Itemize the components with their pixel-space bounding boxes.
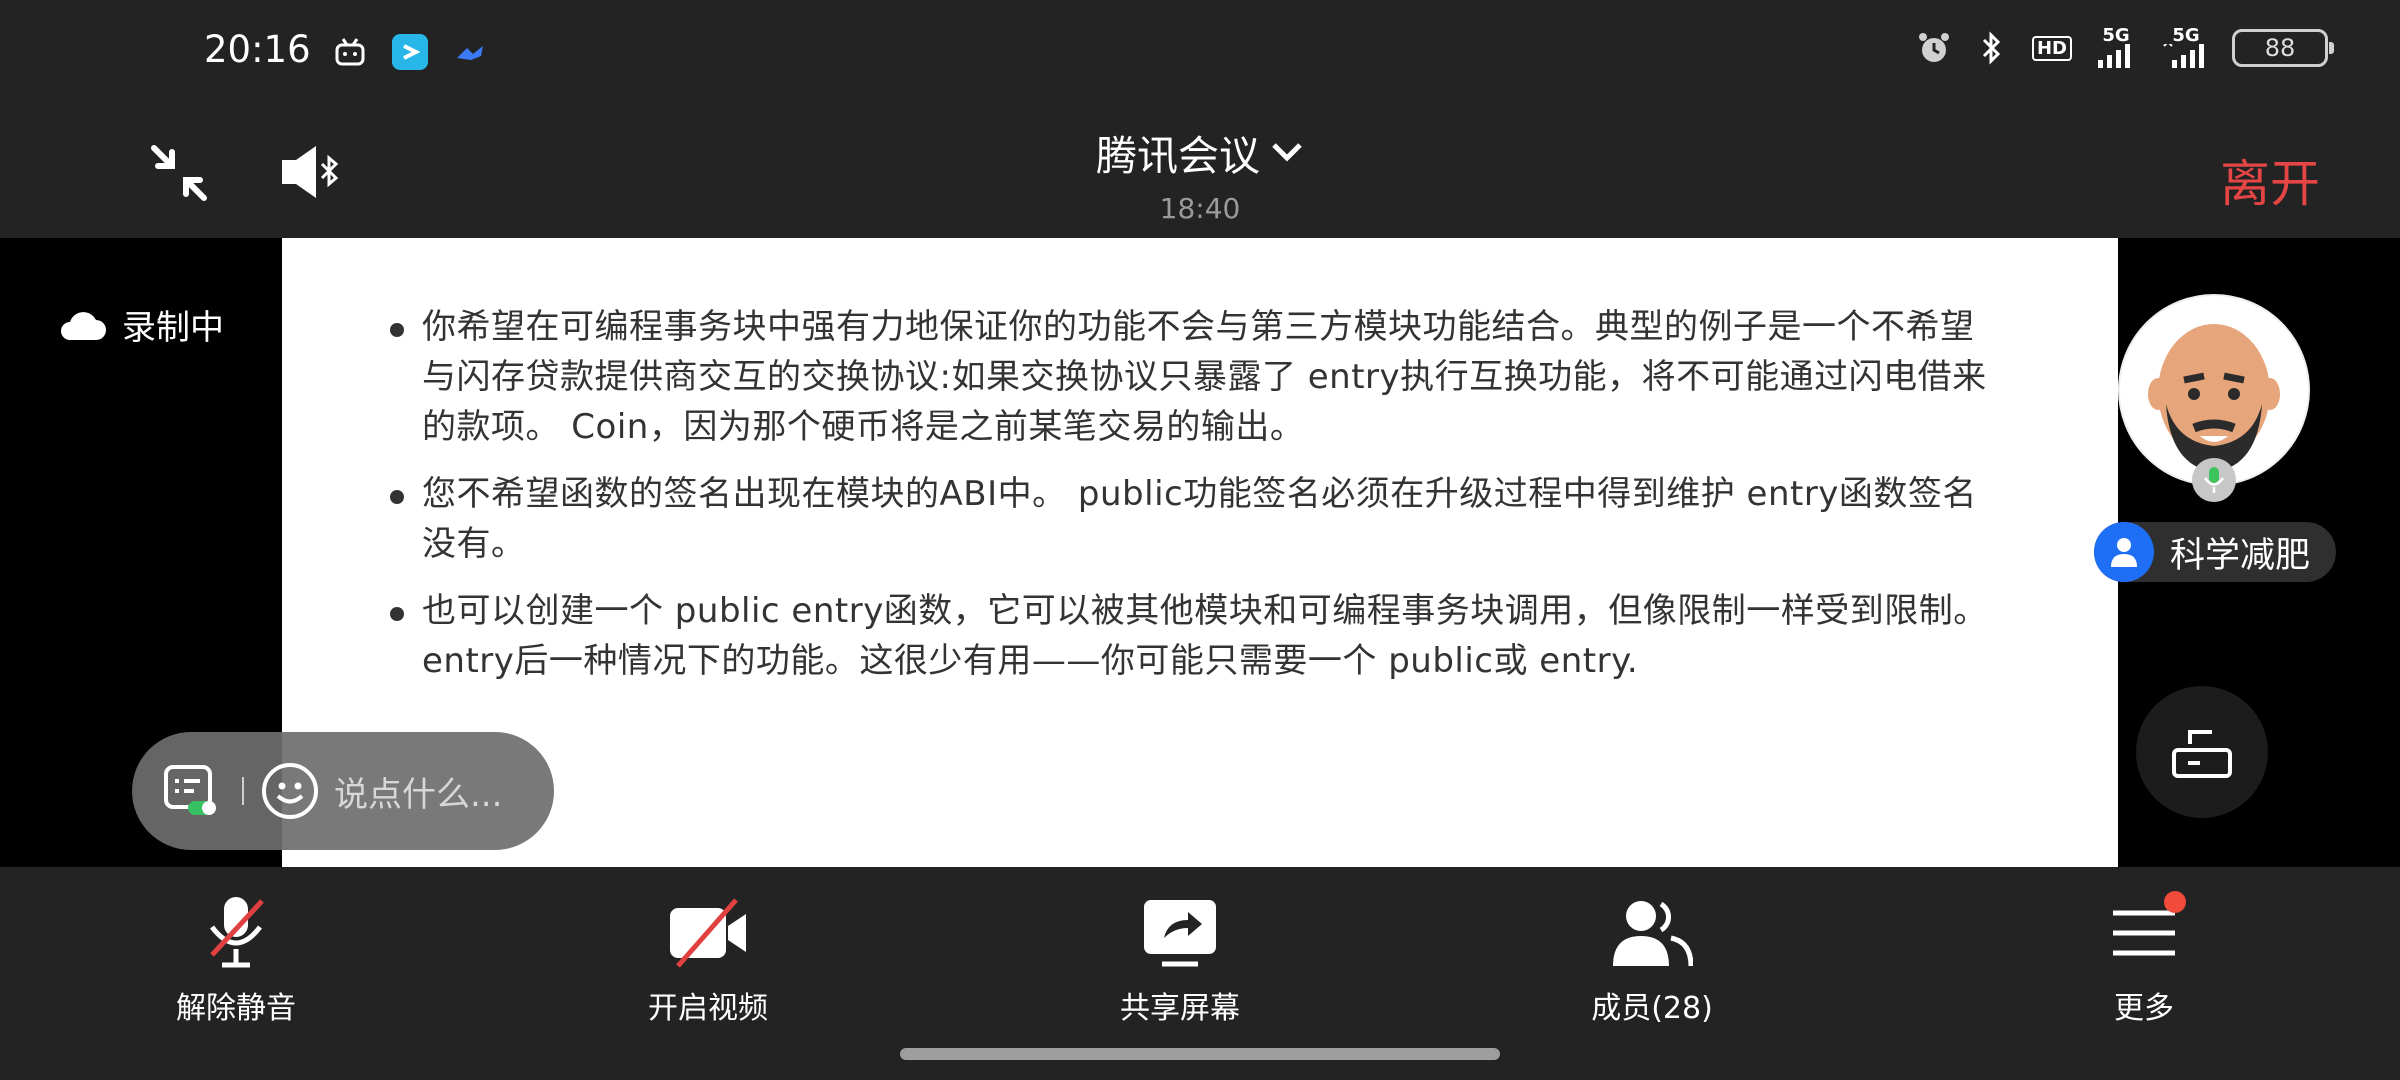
speaker-bluetooth-icon (282, 146, 339, 198)
leave-button[interactable]: 离开 (2220, 144, 2320, 216)
share-screen-icon (1144, 900, 1216, 967)
meeting-duration: 18:40 (1159, 192, 1241, 225)
bald-man-avatar-icon (2120, 296, 2308, 484)
recording-label: 录制中 (122, 308, 224, 348)
feishu-icon (450, 32, 490, 72)
participant-name-tag[interactable]: 科学减肥 (2094, 522, 2337, 582)
chat-input-bar[interactable]: 说点什么... (132, 732, 554, 850)
minimize-window-button[interactable] (148, 142, 210, 204)
notification-dot (2164, 891, 2186, 913)
slide-bullet-list: 你希望在可编程事务块中强有力地保证你的功能不会与第三方模块功能结合。典型的例子是… (388, 302, 1988, 703)
more-button[interactable]: 更多 (2024, 891, 2264, 1027)
participant-avatar-wrap[interactable] (2118, 294, 2310, 502)
alarm-icon (1914, 28, 1954, 68)
user-icon (2094, 522, 2154, 582)
danmaku-toggle[interactable] (160, 759, 220, 823)
rotation-lock-icon (2172, 730, 2232, 778)
signal-2-icon: 5G (2158, 27, 2214, 68)
start-video-label: 开启视频 (648, 991, 768, 1026)
shared-screen: 你希望在可编程事务块中强有力地保证你的功能不会与第三方模块功能结合。典型的例子是… (282, 238, 2118, 867)
slide-bullet: 你希望在可编程事务块中强有力地保证你的功能不会与第三方模块功能结合。典型的例子是… (388, 302, 1988, 452)
meeting-title[interactable]: 腾讯会议 (1096, 122, 1260, 182)
screen-rotation-lock-button[interactable] (2136, 686, 2268, 818)
meeting-stage: 录制中 你希望在可编程事务块中强有力地保证你的功能不会与第三方模块功能结合。典型… (0, 238, 2400, 867)
top-bar: 20:16 HD 5G 5G 88 腾讯会议 18:40 离开 (0, 0, 2400, 238)
microphone-icon (2203, 467, 2225, 493)
members-button[interactable]: 成员(28) (1532, 893, 1772, 1027)
status-app-icons (330, 32, 490, 72)
unmute-label: 解除静音 (176, 991, 296, 1026)
meeting-info[interactable]: 腾讯会议 18:40 (1000, 122, 1400, 225)
emoji-icon[interactable] (260, 761, 320, 821)
slide-bullet: 也可以创建一个 public entry函数，它可以被其他模块和可编程事务块调用… (388, 586, 1988, 686)
danmaku-icon (164, 765, 216, 815)
divider (242, 777, 244, 805)
start-video-button[interactable]: 开启视频 (588, 893, 828, 1027)
unmute-button[interactable]: 解除静音 (116, 893, 356, 1027)
battery-indicator: 88 (2232, 29, 2334, 67)
menu-icon (2113, 910, 2175, 956)
members-label: 成员(28) (1591, 991, 1713, 1026)
more-label: 更多 (2114, 991, 2174, 1026)
chat-placeholder[interactable]: 说点什么... (334, 767, 502, 816)
app-s-icon (390, 32, 430, 72)
status-time: 20:16 (204, 28, 311, 71)
members-icon (1613, 901, 1693, 967)
chevron-down-icon (1272, 143, 1302, 162)
cloud-icon (61, 311, 106, 340)
participant-name: 科学减肥 (2170, 535, 2311, 576)
signal-1-icon: 5G (2092, 27, 2140, 68)
status-right-icons: HD 5G 5G 88 (1914, 27, 2334, 68)
mic-on-badge (2192, 458, 2236, 502)
camera-off-icon (670, 898, 746, 968)
bluetooth-speaker-button[interactable] (278, 142, 344, 202)
bilibili-icon (330, 32, 370, 72)
microphone-muted-icon (210, 897, 264, 968)
slide-bullet: 您不希望函数的签名出现在模块的ABI中。 public功能签名必须在升级过程中得… (388, 469, 1988, 569)
bluetooth-icon (1972, 28, 2012, 68)
hd-icon: HD (2030, 28, 2074, 68)
share-screen-label: 共享屏幕 (1120, 991, 1240, 1026)
share-screen-button[interactable]: 共享屏幕 (1060, 893, 1300, 1027)
home-indicator[interactable] (900, 1048, 1500, 1060)
recording-indicator: 录制中 (58, 300, 224, 349)
shrink-arrows-icon (151, 145, 207, 201)
